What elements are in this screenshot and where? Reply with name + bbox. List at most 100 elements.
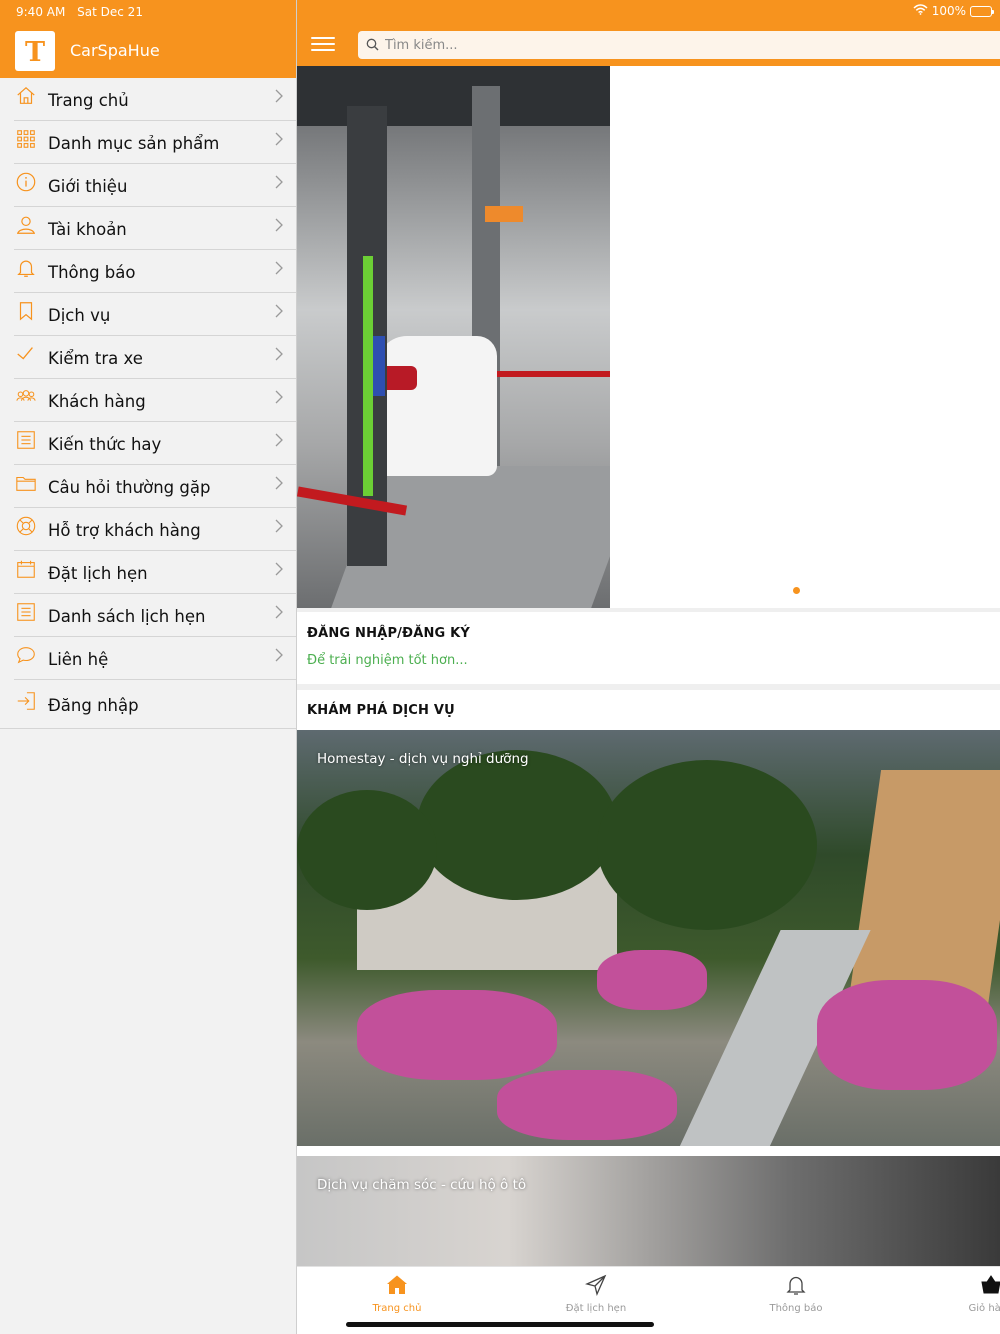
sidebar-header: 9:40 AM Sat Dec 21 T CarSpaHue (0, 0, 296, 78)
sidebar-item-account[interactable]: Tài khoản (14, 207, 296, 250)
folder-icon (14, 471, 38, 495)
tab-cart[interactable]: Giỏ hàng (941, 1273, 1000, 1314)
app-name: CarSpaHue (70, 41, 160, 60)
sidebar-item-customers[interactable]: Khách hàng (14, 379, 296, 422)
service-card-title: Homestay - dịch vụ nghỉ dưỡng (317, 751, 529, 767)
service-card-car-care[interactable]: Dịch vụ chăm sóc - cứu hộ ô tô (297, 1156, 1000, 1268)
sidebar-item-label: Danh mục sản phẩm (48, 133, 220, 153)
sidebar-item-label: Danh sách lịch hẹn (48, 606, 206, 626)
sidebar-item-contact[interactable]: Liên hệ (14, 637, 296, 680)
chat-icon (14, 643, 38, 667)
sidebar-item-knowledge[interactable]: Kiến thức hay (14, 422, 296, 465)
sidebar-item-label: Kiến thức hay (48, 434, 162, 454)
sidebar-item-label: Dịch vụ (48, 305, 111, 325)
sidebar-item-vehicle-check[interactable]: Kiểm tra xe (14, 336, 296, 379)
chevron-right-icon (274, 561, 284, 576)
sidebar-item-label: Câu hỏi thường gặp (48, 477, 211, 497)
chevron-right-icon (274, 346, 284, 361)
sidebar-item-label: Thông báo (48, 262, 136, 282)
send-icon (546, 1273, 646, 1297)
info-icon (14, 170, 38, 194)
tab-label: Giỏ hàng (968, 1303, 1000, 1314)
chevron-right-icon (274, 647, 284, 662)
chevron-right-icon (274, 475, 284, 490)
sidebar-item-label: Kiểm tra xe (48, 348, 143, 368)
search-bar[interactable] (358, 31, 1000, 59)
explore-services-header: KHÁM PHÁ DỊCH VỤ (297, 690, 1000, 730)
sidebar-item-label: Tài khoản (48, 219, 127, 239)
bell-icon (14, 256, 38, 280)
chevron-right-icon (274, 131, 284, 146)
chevron-right-icon (274, 303, 284, 318)
sidebar-item-label: Giới thiệu (48, 176, 128, 196)
login-register-subtitle[interactable]: Để trải nghiệm tốt hơn... (307, 653, 990, 668)
chevron-right-icon (274, 604, 284, 619)
sidebar: 9:40 AM Sat Dec 21 T CarSpaHue Trang chủ… (0, 0, 297, 1334)
station-sign (485, 206, 523, 222)
banner-image (297, 66, 610, 608)
hamburger-menu-icon[interactable] (311, 37, 335, 53)
top-bar: 100% (297, 0, 1000, 62)
status-date: Sat Dec 21 (77, 5, 143, 19)
sidebar-item-label: Đăng nhập (48, 695, 139, 715)
service-card-title: Dịch vụ chăm sóc - cứu hộ ô tô (317, 1177, 527, 1193)
sidebar-item-support[interactable]: Hỗ trợ khách hàng (14, 508, 296, 551)
list-icon (14, 428, 38, 452)
sidebar-item-appointment-list[interactable]: Danh sách lịch hẹn (14, 594, 296, 637)
sidebar-item-faq[interactable]: Câu hỏi thường gặp (14, 465, 296, 508)
home-icon (14, 84, 38, 108)
login-register-section[interactable]: ĐĂNG NHẬP/ĐĂNG KÝ Để trải nghiệm tốt hơn… (297, 612, 1000, 684)
sidebar-item-home[interactable]: Trang chủ (14, 78, 296, 121)
lifebuoy-icon (14, 514, 38, 538)
check-icon (14, 342, 38, 366)
tab-home[interactable]: Trang chủ (347, 1273, 447, 1314)
battery-percent: 100% (931, 4, 966, 18)
sidebar-item-label: Khách hàng (48, 391, 146, 411)
tab-label: Đặt lịch hẹn (565, 1303, 627, 1314)
tab-book-appointment[interactable]: Đặt lịch hẹn (546, 1273, 646, 1314)
wifi-icon (913, 4, 928, 18)
sidebar-item-services[interactable]: Dịch vụ (14, 293, 296, 336)
sidebar-item-book-appointment[interactable]: Đặt lịch hẹn (14, 551, 296, 594)
login-register-title[interactable]: ĐĂNG NHẬP/ĐĂNG KÝ (307, 626, 990, 641)
sidebar-item-label: Liên hệ (48, 649, 109, 669)
users-icon (14, 385, 38, 409)
carousel-dot-active[interactable] (793, 587, 800, 594)
sidebar-item-products[interactable]: Danh mục sản phẩm (14, 121, 296, 164)
explore-services-title: KHÁM PHÁ DỊCH VỤ (307, 703, 455, 718)
sidebar-item-label: Trang chủ (48, 90, 129, 110)
chevron-right-icon (274, 217, 284, 232)
bell-icon (746, 1273, 846, 1297)
bookmark-icon (14, 299, 38, 323)
sidebar-item-login[interactable]: Đăng nhập (0, 680, 296, 729)
tab-label: Trang chủ (372, 1303, 422, 1314)
chevron-right-icon (274, 88, 284, 103)
banner-carousel[interactable] (297, 66, 1000, 608)
cart-icon (941, 1273, 1000, 1297)
sidebar-item-label: Đặt lịch hẹn (48, 563, 148, 583)
search-input[interactable] (385, 37, 885, 53)
search-icon (366, 36, 379, 55)
chevron-right-icon (274, 518, 284, 533)
tab-label: Thông báo (769, 1303, 823, 1314)
chevron-right-icon (274, 260, 284, 275)
sidebar-item-notifications[interactable]: Thông báo (14, 250, 296, 293)
status-bar-right: 100% (913, 4, 994, 18)
status-bar-left: 9:40 AM Sat Dec 21 (16, 5, 151, 19)
chevron-right-icon (274, 174, 284, 189)
service-card-homestay[interactable]: Homestay - dịch vụ nghỉ dưỡng (297, 730, 1000, 1146)
app-logo-letter: T (24, 36, 46, 68)
grid-icon (14, 127, 38, 151)
app-logo: T (15, 31, 55, 71)
chevron-right-icon (274, 389, 284, 404)
status-time: 9:40 AM (16, 5, 66, 19)
sidebar-item-about[interactable]: Giới thiệu (14, 164, 296, 207)
home-icon (347, 1273, 447, 1297)
home-indicator (346, 1322, 654, 1327)
sidebar-menu: Trang chủ Danh mục sản phẩm Giới thiệu T… (0, 78, 296, 729)
tab-notifications[interactable]: Thông báo (746, 1273, 846, 1314)
calendar-icon (14, 557, 38, 581)
sidebar-item-label: Hỗ trợ khách hàng (48, 520, 201, 540)
user-icon (14, 213, 38, 237)
login-icon (14, 689, 38, 713)
